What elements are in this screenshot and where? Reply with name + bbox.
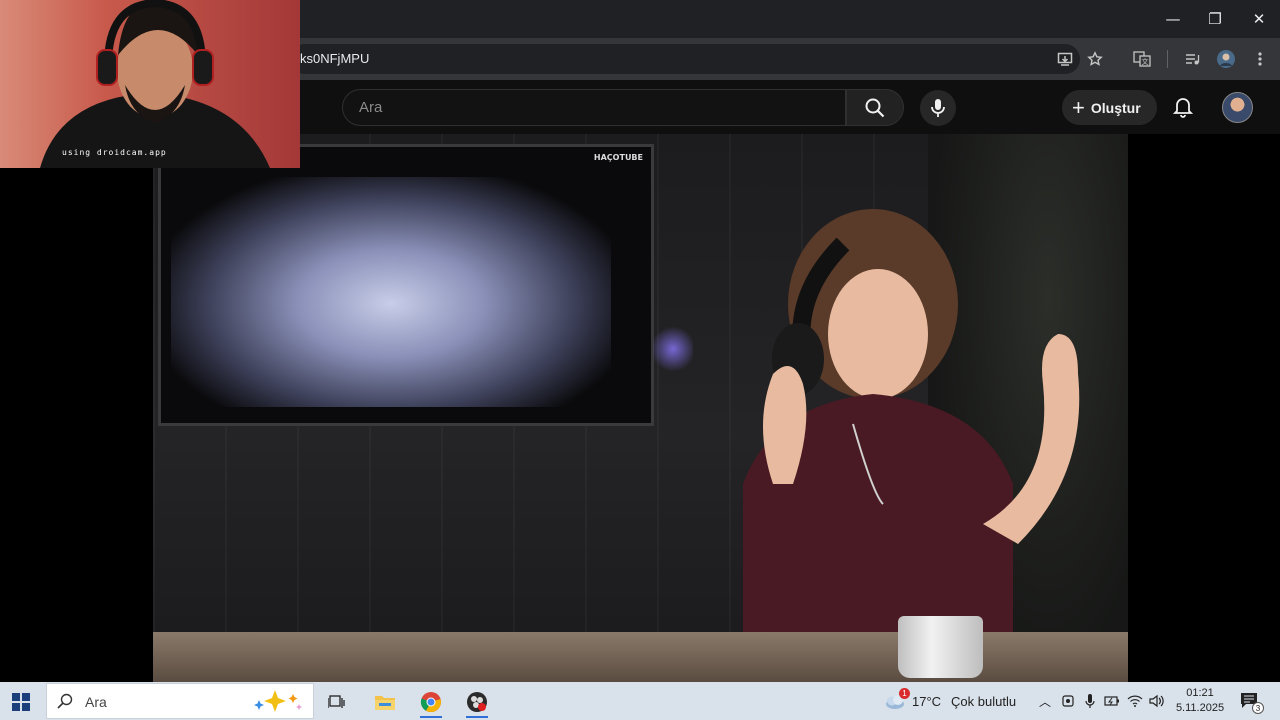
chrome-icon <box>420 692 441 713</box>
chrome-button[interactable] <box>412 686 450 718</box>
obs-button[interactable] <box>458 686 496 718</box>
clock-date: 5.11.2025 <box>1175 702 1225 714</box>
media-controls-icon[interactable] <box>1180 47 1204 71</box>
battery-tray-icon[interactable] <box>1103 692 1121 710</box>
voice-search-button[interactable] <box>920 90 956 126</box>
cloudy-weather-icon: 1 <box>884 688 910 710</box>
video-monitor-screen: HAÇOTUBE <box>158 144 654 426</box>
minimize-button[interactable]: — <box>1158 6 1188 32</box>
profile-icon[interactable] <box>1214 47 1238 71</box>
notification-count-badge: 3 <box>1252 702 1264 714</box>
close-button[interactable]: ✕ <box>1244 6 1274 32</box>
weather-description: Çok bulutlu <box>951 693 1017 709</box>
search-highlight-sparkle-icon <box>254 690 302 712</box>
search-icon <box>57 693 73 709</box>
plus-icon: + <box>1072 94 1085 120</box>
video-watermark: HAÇOTUBE <box>593 153 643 162</box>
taskbar-clock[interactable]: 01:21 5.11.2025 <box>1172 686 1228 716</box>
obs-icon <box>467 692 487 712</box>
create-button-label: Oluştur <box>1090 99 1141 116</box>
taskbar-search-input[interactable] <box>83 692 263 712</box>
bookmark-star-icon[interactable] <box>1083 47 1107 71</box>
translate-icon[interactable]: 文 <box>1130 47 1154 71</box>
show-hidden-icons-chevron-icon[interactable]: ︿ <box>1036 692 1054 710</box>
weather-temperature: 17°C <box>912 693 942 709</box>
folder-icon <box>375 696 395 710</box>
youtube-search-input[interactable] <box>357 90 827 125</box>
create-button[interactable]: + Oluştur <box>1062 90 1157 125</box>
account-avatar[interactable] <box>1222 92 1253 123</box>
youtube-search-box[interactable] <box>342 89 846 126</box>
search-icon <box>865 98 885 117</box>
bell-icon <box>1173 98 1193 118</box>
svg-text:文: 文 <box>1142 57 1149 66</box>
weather-alert-badge: 1 <box>899 688 910 699</box>
webcam-tray-icon[interactable] <box>1059 692 1077 710</box>
youtube-search-button[interactable] <box>846 89 904 126</box>
toolbar-divider <box>1167 50 1168 68</box>
notifications-button[interactable] <box>1168 92 1198 122</box>
webcam-label: using droidcam.app <box>62 148 167 157</box>
webcam-overlay: using droidcam.app <box>0 0 300 168</box>
file-explorer-button[interactable] <box>366 686 404 718</box>
clock-time: 01:21 <box>1186 687 1214 699</box>
address-bar[interactable]: ks0NFjMPU <box>290 44 1080 74</box>
task-view-button[interactable] <box>318 686 356 718</box>
address-url[interactable]: ks0NFjMPU <box>300 51 369 66</box>
microphone-tray-icon[interactable] <box>1081 692 1099 710</box>
volume-tray-icon[interactable] <box>1148 692 1166 710</box>
taskbar-search[interactable] <box>46 683 314 719</box>
microphone-icon <box>931 99 945 117</box>
video-player[interactable]: HAÇOTUBE <box>153 134 1128 682</box>
video-person <box>743 209 1080 644</box>
windows-start-icon[interactable] <box>12 693 30 711</box>
more-menu-icon[interactable] <box>1248 47 1272 71</box>
task-view-icon <box>328 695 345 708</box>
video-night-scene <box>171 177 611 407</box>
video-mug <box>898 616 983 678</box>
install-app-icon[interactable] <box>1053 47 1077 71</box>
wifi-tray-icon[interactable] <box>1126 692 1144 710</box>
restore-button[interactable]: ❐ <box>1200 6 1230 32</box>
notification-center-button[interactable]: 3 <box>1240 692 1264 714</box>
webcam-person <box>40 0 270 168</box>
weather-widget[interactable]: 1 17°C Çok bulutlu <box>884 688 1017 710</box>
